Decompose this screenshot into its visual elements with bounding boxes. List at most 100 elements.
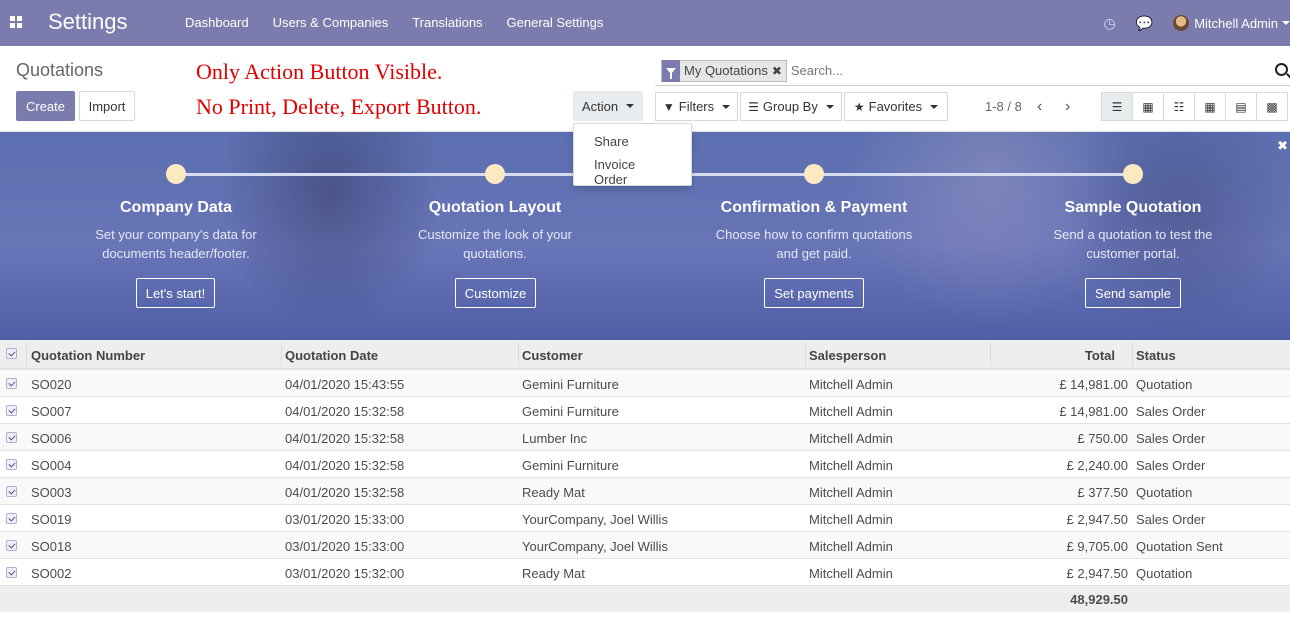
app-title: Settings <box>48 9 128 34</box>
group-by-button[interactable]: ☰ Group By <box>740 92 842 121</box>
filters-button[interactable]: ▼ Filters <box>655 92 738 121</box>
set-payments-button[interactable]: Set payments <box>764 278 864 308</box>
favorites-button[interactable]: ★ Favorites <box>844 92 948 121</box>
grid-view-icon[interactable]: ▩ <box>1256 92 1288 121</box>
calendar-view-icon[interactable]: ☷ <box>1163 92 1195 121</box>
table-cell: Sales Order <box>1136 431 1206 446</box>
table-cell: SO020 <box>31 377 72 392</box>
menu-general-settings[interactable]: General Settings <box>507 15 604 30</box>
view-switcher: ☰ ▦ ☷ ▦ ▤ ▩ <box>1101 92 1288 121</box>
table-row[interactable]: SO019 03/01/2020 15:33:00 YourCompany, Joe… <box>0 505 1290 532</box>
user-menu[interactable]: Mitchell Admin <box>1194 16 1278 31</box>
quotations-table: Quotation Number Quotation Date Customer… <box>0 340 1290 612</box>
column-header[interactable]: Total <box>995 348 1115 363</box>
row-checkbox[interactable] <box>6 459 17 470</box>
table-cell: 04/01/2020 15:32:58 <box>285 485 405 500</box>
column-header[interactable]: Customer <box>522 348 583 363</box>
chevron-right-icon[interactable]: › <box>1065 98 1070 116</box>
table-cell: £ 377.50 <box>1077 485 1128 500</box>
row-checkbox[interactable] <box>6 486 17 497</box>
close-icon[interactable]: ✖ <box>1277 138 1288 154</box>
kanban-view-icon[interactable]: ▦ <box>1132 92 1164 121</box>
table-cell: SO019 <box>31 512 72 527</box>
apps-menu-icon[interactable] <box>10 16 22 28</box>
table-cell: YourCompany, Joel Willis <box>522 512 668 527</box>
activity-clock-icon[interactable]: ◷ <box>1104 15 1116 32</box>
annotation-line-1: Only Action Button Visible. <box>196 59 443 84</box>
table-cell: Mitchell Admin <box>809 566 893 581</box>
step-dot <box>166 164 186 184</box>
navbar-right: ◷ 💬 Mitchell Admin <box>1104 0 1290 46</box>
column-header[interactable]: Status <box>1136 348 1176 363</box>
table-cell: SO006 <box>31 431 72 446</box>
caret-down-icon <box>626 104 635 108</box>
column-header[interactable]: Quotation Number <box>31 348 145 363</box>
page-title: Quotations <box>16 60 104 80</box>
chat-icon[interactable]: 💬 <box>1136 15 1153 32</box>
action-dropdown: Share Invoice Order <box>573 123 692 187</box>
table-cell: YourCompany, Joel Willis <box>522 539 668 554</box>
table-row[interactable]: SO007 04/01/2020 15:32:58 Gemini Furniture… <box>0 397 1290 424</box>
table-row[interactable]: SO004 04/01/2020 15:32:58 Gemini Furniture… <box>0 451 1290 478</box>
group-by-label: Group By <box>762 99 818 114</box>
table-row[interactable]: SO006 04/01/2020 15:32:58 Lumber Inc Mitche… <box>0 424 1290 451</box>
table-cell: Mitchell Admin <box>809 485 893 500</box>
chevron-down-icon[interactable] <box>1282 21 1290 25</box>
column-header[interactable]: Salesperson <box>809 348 886 363</box>
search-input[interactable] <box>790 63 1261 78</box>
menu-translations[interactable]: Translations <box>412 15 482 30</box>
table-cell: SO004 <box>31 458 72 473</box>
list-view-icon[interactable]: ☰ <box>1101 92 1133 121</box>
import-button[interactable]: Import <box>79 91 135 121</box>
action-share[interactable]: Share <box>574 130 691 153</box>
step-description: Choose how to confirm quotations and get … <box>715 227 913 261</box>
table-cell: Sales Order <box>1136 512 1206 527</box>
table-row[interactable]: SO003 04/01/2020 15:32:58 Ready Mat Mitchel… <box>0 478 1290 505</box>
table-cell: £ 14,981.00 <box>1059 404 1128 419</box>
menu-users-companies[interactable]: Users & Companies <box>273 15 389 30</box>
row-checkbox[interactable] <box>6 513 17 524</box>
top-navbar: Settings Dashboard Users & Companies Tra… <box>0 0 1290 46</box>
avatar[interactable] <box>1173 15 1190 31</box>
search-bar: My Quotations ✖ <box>655 56 1290 86</box>
pager-value[interactable]: 1-8 / 8 <box>985 99 1022 114</box>
column-header[interactable]: Quotation Date <box>285 348 378 363</box>
filter-icon: ▼ <box>662 99 675 114</box>
select-all-checkbox[interactable] <box>6 348 17 359</box>
row-checkbox[interactable] <box>6 567 17 578</box>
step-description: Customize the look of your quotations. <box>418 227 572 261</box>
table-row[interactable]: SO018 03/01/2020 15:33:00 YourCompany, Joe… <box>0 532 1290 559</box>
step-dot <box>804 164 824 184</box>
chevron-left-icon[interactable]: ‹ <box>1037 98 1042 116</box>
annotation-line-2: No Print, Delete, Export Button. <box>196 94 482 119</box>
row-checkbox[interactable] <box>6 378 17 389</box>
create-button[interactable]: Create <box>16 91 75 121</box>
send-sample-button[interactable]: Send sample <box>1085 278 1181 308</box>
bars-icon: ☰ <box>748 99 759 114</box>
close-icon[interactable]: ✖ <box>772 64 786 78</box>
row-checkbox[interactable] <box>6 405 17 416</box>
table-body: SO020 04/01/2020 15:43:55 Gemini Furniture… <box>0 370 1290 586</box>
menu-dashboard[interactable]: Dashboard <box>185 15 249 30</box>
table-row[interactable]: SO020 04/01/2020 15:43:55 Gemini Furniture… <box>0 370 1290 397</box>
table-cell: SO002 <box>31 566 72 581</box>
total-sum: 48,929.50 <box>1070 592 1128 607</box>
table-cell: Sales Order <box>1136 404 1206 419</box>
graph-view-icon[interactable]: ▤ <box>1225 92 1257 121</box>
pivot-view-icon[interactable]: ▦ <box>1194 92 1226 121</box>
customize-button[interactable]: Customize <box>455 278 536 308</box>
table-cell: Gemini Furniture <box>522 458 619 473</box>
action-invoice-order[interactable]: Invoice Order <box>574 153 691 191</box>
step-title: Sample Quotation <box>1064 199 1202 216</box>
search-icon[interactable] <box>1275 63 1288 76</box>
row-checkbox[interactable] <box>6 432 17 443</box>
action-button[interactable]: Action <box>573 91 643 121</box>
lets-start-button[interactable]: Let's start! <box>136 278 215 308</box>
step-dot <box>1123 164 1143 184</box>
table-row[interactable]: SO002 03/01/2020 15:32:00 Ready Mat Mitchel… <box>0 559 1290 586</box>
table-cell: SO007 <box>31 404 72 419</box>
filters-label: Filters <box>678 99 715 114</box>
row-checkbox[interactable] <box>6 540 17 551</box>
search-facet: My Quotations ✖ <box>661 59 787 82</box>
table-cell: Sales Order <box>1136 458 1206 473</box>
